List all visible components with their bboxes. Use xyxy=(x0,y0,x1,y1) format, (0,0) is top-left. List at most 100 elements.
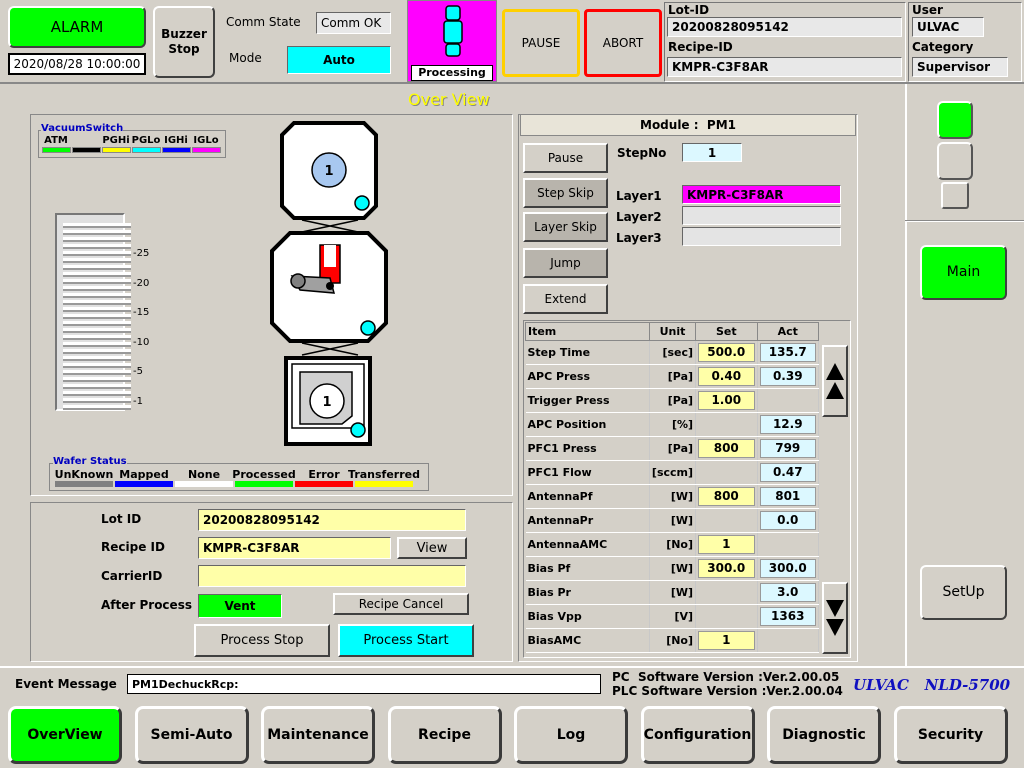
vacuum-switch-label: PGHi xyxy=(102,135,130,146)
brand-logo: ULVAC NLD-5700 xyxy=(853,676,1011,694)
cell-act xyxy=(757,628,819,653)
top-wafer-number: 1 xyxy=(324,164,333,179)
vacuum-switch-label: IGLo xyxy=(193,135,219,146)
datetime-display: 2020/08/28 10:00:00 xyxy=(8,53,146,75)
vacuum-gauge-bars xyxy=(63,223,131,411)
form-lot-id-label: Lot ID xyxy=(101,512,142,526)
col-header-unit: Unit xyxy=(648,322,697,341)
double-down-arrow-icon xyxy=(826,600,844,636)
alarm-button[interactable]: ALARM xyxy=(8,6,146,48)
table-row: AntennaPf [W] 800 801 xyxy=(525,484,819,509)
cell-act: 12.9 xyxy=(757,412,819,437)
nav-semi-auto[interactable]: Semi-Auto xyxy=(134,706,249,764)
load-lock-chamber: 1 xyxy=(280,121,378,220)
nav-configuration[interactable]: Configuration xyxy=(640,706,755,764)
scroll-down-button[interactable] xyxy=(822,582,848,654)
carrier-id-input[interactable] xyxy=(198,565,466,587)
scroll-up-button[interactable] xyxy=(822,345,848,417)
table-row: APC Press [Pa] 0.40 0.39 xyxy=(525,364,819,389)
nav-maintenance[interactable]: Maintenance xyxy=(261,706,375,764)
recipe-id-label: Recipe-ID xyxy=(668,40,733,54)
wafer-status-label: Mapped xyxy=(119,468,169,481)
cell-act: 799 xyxy=(757,436,819,461)
form-recipe-id-input[interactable]: KMPR-C3F8AR xyxy=(198,537,391,559)
indicator-lamp-gray xyxy=(937,142,973,180)
set-value: 800 xyxy=(698,439,755,458)
extend-button[interactable]: Extend xyxy=(523,284,608,314)
recipe-id-value: KMPR-C3F8AR xyxy=(667,57,902,77)
wafer-status-title: Wafer Status xyxy=(53,456,127,467)
pause-button[interactable]: PAUSE xyxy=(502,9,580,77)
wafer-status-swatch xyxy=(55,481,113,487)
vacuum-switch-label: IGHi xyxy=(164,135,188,146)
vacuum-switch-lamp xyxy=(131,147,161,153)
cell-set: 0.40 xyxy=(695,364,758,389)
step-skip-button[interactable]: Step Skip xyxy=(523,178,608,208)
cell-item: Bias Vpp xyxy=(525,604,650,629)
cell-set: 1.00 xyxy=(695,388,758,413)
mode-value: Auto xyxy=(287,46,391,74)
module-pause-button[interactable]: Pause xyxy=(523,143,608,173)
cell-set xyxy=(695,580,758,605)
act-value: 1363 xyxy=(759,607,816,626)
nav-diagnostic[interactable]: Diagnostic xyxy=(767,706,881,764)
abort-button[interactable]: ABORT xyxy=(584,9,662,77)
process-start-button[interactable]: Process Start xyxy=(338,624,474,657)
cell-set: 1 xyxy=(695,628,758,653)
cell-act: 135.7 xyxy=(757,340,819,365)
act-value: 0.39 xyxy=(759,367,816,386)
transfer-chamber xyxy=(270,231,388,343)
vacuum-scale-tick: -20 xyxy=(133,277,150,289)
layer-skip-button[interactable]: Layer Skip xyxy=(523,212,608,242)
table-row: PFC1 Press [Pa] 800 799 xyxy=(525,436,819,461)
vacuum-scale-tick: -5 xyxy=(133,366,143,377)
cell-item: Step Time xyxy=(525,340,650,365)
recipe-cancel-button[interactable]: Recipe Cancel xyxy=(333,593,469,615)
event-message-value: PM1DechuckRcp: xyxy=(127,674,601,694)
nav-log[interactable]: Log xyxy=(514,706,628,764)
after-process-label: After Process xyxy=(101,598,192,612)
nav-security[interactable]: Security xyxy=(893,706,1008,764)
act-value: 135.7 xyxy=(759,343,816,362)
cell-item: PFC1 Press xyxy=(525,436,650,461)
set-value: 500.0 xyxy=(698,343,755,362)
set-value: 300.0 xyxy=(698,559,755,578)
view-button[interactable]: View xyxy=(397,537,467,559)
jump-button[interactable]: Jump xyxy=(523,248,608,278)
cell-act: 1363 xyxy=(757,604,819,629)
setup-button[interactable]: SetUp xyxy=(920,565,1007,620)
table-row: Bias Vpp [V] 1363 xyxy=(525,604,819,629)
transfer-sensor-icon xyxy=(360,320,376,336)
cell-item: AntennaAMC xyxy=(525,532,650,557)
form-lot-id-input[interactable]: 20200828095142 xyxy=(198,509,466,531)
robot-status-icon xyxy=(443,5,463,57)
buzzer-stop-button[interactable]: Buzzer Stop xyxy=(153,6,215,78)
comm-state-value: Comm OK xyxy=(316,12,391,34)
process-stop-button[interactable]: Process Stop xyxy=(194,624,330,657)
cell-item: AntennaPr xyxy=(525,508,650,533)
main-button[interactable]: Main xyxy=(920,245,1007,300)
set-value: 1 xyxy=(698,535,755,554)
after-process-value[interactable]: Vent xyxy=(198,594,282,618)
nav-overview[interactable]: OverView xyxy=(8,706,122,764)
vacuum-switch-item: IGLo xyxy=(191,135,221,153)
cell-unit: [Pa] xyxy=(649,388,697,413)
table-row: Trigger Press [Pa] 1.00 xyxy=(525,388,819,413)
vacuum-switch-lamp xyxy=(101,147,131,153)
cell-unit: [V] xyxy=(649,604,697,629)
act-value: 3.0 xyxy=(759,583,816,602)
load-lock-sensor-icon xyxy=(354,195,370,211)
nav-recipe[interactable]: Recipe xyxy=(387,706,502,764)
layer3-value xyxy=(682,227,841,246)
col-header-set: Set xyxy=(695,322,758,341)
vacuum-scale-tick: -10 xyxy=(133,336,150,348)
cell-act: 0.0 xyxy=(757,508,819,533)
indicator-lamp-green xyxy=(937,101,973,139)
wafer-status-item: Transferred xyxy=(348,468,420,487)
sidebar-divider xyxy=(905,220,1024,222)
layer3-label: Layer3 xyxy=(616,231,662,245)
table-row: AntennaPr [W] 0.0 xyxy=(525,508,819,533)
table-row: Bias Pf [W] 300.0 300.0 xyxy=(525,556,819,581)
wafer-status-label: Processed xyxy=(232,468,296,481)
cell-act: 3.0 xyxy=(757,580,819,605)
